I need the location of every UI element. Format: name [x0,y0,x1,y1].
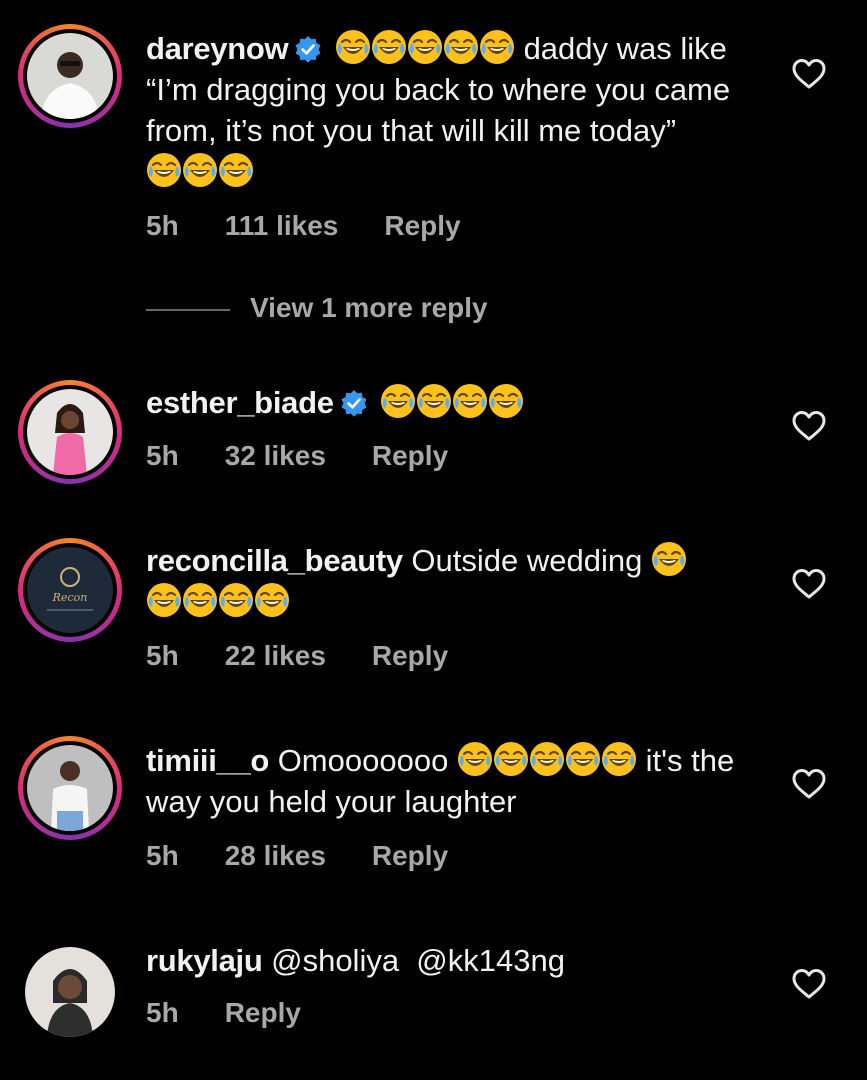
avatar[interactable] [18,940,122,1044]
face-with-tears-of-joy-icon [335,29,371,65]
avatar-photo [27,389,113,475]
comment-meta: 5h 111 likes Reply [146,210,507,242]
emoji-group [457,740,637,781]
face-with-tears-of-joy-icon [254,582,290,618]
comment-time: 5h [146,440,179,471]
verified-badge-icon [340,389,368,417]
comment-body: reconcilla_beauty Outside wedding [146,540,766,622]
face-with-tears-of-joy-icon [146,582,182,618]
avatar[interactable]: Recon [18,538,122,642]
avatar[interactable] [18,24,122,128]
reply-button[interactable]: Reply [372,440,448,471]
reply-button[interactable]: Reply [225,997,301,1028]
comment-username[interactable]: reconcilla_beauty [146,543,403,578]
heart-icon[interactable] [792,58,826,90]
heart-icon[interactable] [792,768,826,800]
brand-logo: Recon [27,547,113,633]
like-count[interactable]: 22 likes [225,640,326,671]
comment-time: 5h [146,640,179,671]
face-with-tears-of-joy-icon [218,152,254,188]
face-with-tears-of-joy-icon [479,29,515,65]
comment-time: 5h [146,840,179,871]
view-more-replies[interactable]: View 1 more reply [146,292,488,324]
face-with-tears-of-joy-icon [416,383,452,419]
comment-username[interactable]: esther_biade [146,385,334,420]
view-more-label: View 1 more reply [250,292,488,323]
comment-username[interactable]: dareynow [146,31,289,66]
face-with-tears-of-joy-icon [218,582,254,618]
reply-button[interactable]: Reply [384,210,460,241]
face-with-tears-of-joy-icon [146,152,182,188]
comment-username[interactable]: timiii__o [146,743,269,778]
comment-text: @sholiya @kk143ng [271,943,565,978]
face-with-tears-of-joy-icon [457,741,493,777]
face-with-tears-of-joy-icon [452,383,488,419]
comment-body: rukylaju @sholiya @kk143ng [146,940,766,981]
heart-icon[interactable] [792,968,826,1000]
comment-body: dareynow daddy was like “I’m dragging yo… [146,28,766,192]
emoji-group [335,28,515,69]
logo-text: Recon [52,591,88,604]
heart-icon[interactable] [792,410,826,442]
like-count[interactable]: 28 likes [225,840,326,871]
face-with-tears-of-joy-icon [651,541,687,577]
face-with-tears-of-joy-icon [407,29,443,65]
comment-meta: 5h 32 likes Reply [146,440,494,472]
face-with-tears-of-joy-icon [565,741,601,777]
face-with-tears-of-joy-icon [443,29,479,65]
reply-button[interactable]: Reply [372,840,448,871]
avatar-photo [27,33,113,119]
emoji-group [146,581,290,622]
comment-meta: 5h 28 likes Reply [146,840,494,872]
face-with-tears-of-joy-icon [182,152,218,188]
face-with-tears-of-joy-icon [371,29,407,65]
like-count[interactable]: 32 likes [225,440,326,471]
avatar[interactable] [18,380,122,484]
avatar[interactable] [18,736,122,840]
avatar-photo [25,947,115,1037]
face-with-tears-of-joy-icon [488,383,524,419]
emoji-group [146,151,254,192]
face-with-tears-of-joy-icon [380,383,416,419]
comment-meta: 5h Reply [146,997,347,1029]
comment-body: esther_biade [146,382,766,423]
face-with-tears-of-joy-icon [529,741,565,777]
comment-body: timiii__o Omooooooo it's the way you hel… [146,740,766,822]
face-with-tears-of-joy-icon [493,741,529,777]
face-with-tears-of-joy-icon [182,582,218,618]
comment-text: Outside wedding [411,543,643,578]
divider [146,308,230,311]
face-with-tears-of-joy-icon [601,741,637,777]
reply-button[interactable]: Reply [372,640,448,671]
like-count[interactable]: 111 likes [225,210,339,241]
emoji-group [380,382,524,423]
comment-text: Omooooooo [277,743,449,778]
comment-username[interactable]: rukylaju [146,943,263,978]
verified-badge-icon [294,35,322,63]
avatar-photo [27,745,113,831]
comment-meta: 5h 22 likes Reply [146,640,494,672]
comment-time: 5h [146,210,179,241]
comment-time: 5h [146,997,179,1028]
heart-icon[interactable] [792,568,826,600]
